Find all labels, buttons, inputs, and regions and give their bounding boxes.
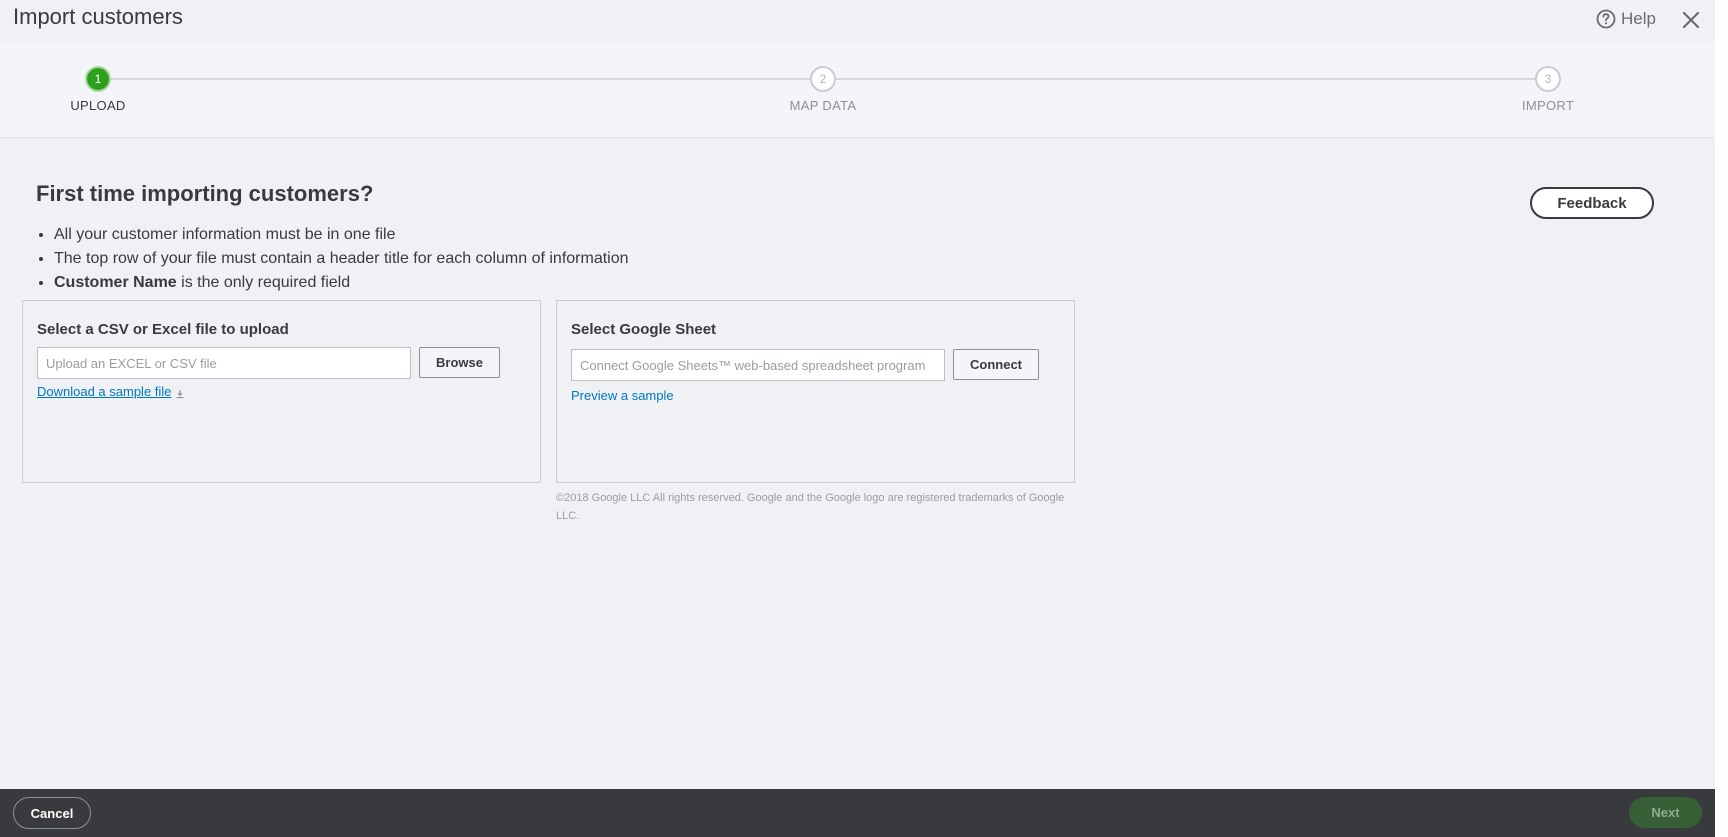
requirement-text: The top row of your file must contain a … [54, 250, 629, 267]
download-icon [175, 387, 185, 398]
help-link[interactable]: Help [1596, 9, 1656, 29]
feedback-button[interactable]: Feedback [1530, 187, 1654, 219]
page-title: Import customers [13, 4, 183, 29]
google-sheet-card: Select Google Sheet Connect Preview a sa… [556, 300, 1075, 483]
requirements-list: All your customer information must be in… [36, 223, 629, 295]
step-number: 3 [1535, 66, 1561, 92]
download-sample-label: Download a sample file [37, 384, 172, 399]
preview-sample-link[interactable]: Preview a sample [571, 388, 674, 403]
list-item: The top row of your file must contain a … [54, 247, 629, 271]
list-item: All your customer information must be in… [54, 223, 629, 247]
requirement-text: All your customer information must be in… [54, 226, 396, 243]
google-legal-notice: ©2018 Google LLC All rights reserved. Go… [556, 492, 1065, 522]
step-import: 3 IMPORT [1478, 66, 1618, 113]
requirement-text: is the only required field [176, 274, 351, 291]
step-label: MAP DATA [789, 98, 857, 113]
csv-card-title: Select a CSV or Excel file to upload [37, 321, 289, 338]
step-label: UPLOAD [70, 98, 126, 113]
cancel-button[interactable]: Cancel [13, 797, 91, 829]
step-number: 1 [85, 66, 111, 92]
download-sample-link[interactable]: Download a sample file [37, 384, 185, 399]
step-label: IMPORT [1521, 98, 1575, 113]
scrollbar-track[interactable] [1715, 0, 1728, 837]
csv-file-input[interactable] [37, 347, 411, 379]
close-icon[interactable] [1680, 9, 1702, 31]
step-upload: 1 UPLOAD [28, 66, 168, 113]
csv-upload-card: Select a CSV or Excel file to upload Bro… [22, 300, 541, 483]
list-item: Customer Name is the only required field [54, 271, 629, 295]
footer-bar: Cancel Next [0, 789, 1715, 837]
google-sheet-input[interactable] [571, 349, 945, 381]
requirement-bold: Customer Name [54, 274, 177, 291]
import-customers-page: Import customers Help 1 UPLOAD 2 MAP DAT… [0, 0, 1728, 837]
help-label: Help [1621, 9, 1656, 28]
step-map-data: 2 MAP DATA [753, 66, 893, 113]
question-circle-icon [1596, 9, 1616, 29]
progress-stepper: 1 UPLOAD 2 MAP DATA 3 IMPORT [0, 44, 1715, 138]
gsheet-card-title: Select Google Sheet [571, 321, 717, 338]
connect-button[interactable]: Connect [953, 349, 1039, 380]
browse-button[interactable]: Browse [419, 347, 500, 378]
step-number: 2 [810, 66, 836, 92]
main-heading: First time importing customers? [36, 181, 374, 206]
next-button[interactable]: Next [1629, 797, 1702, 828]
